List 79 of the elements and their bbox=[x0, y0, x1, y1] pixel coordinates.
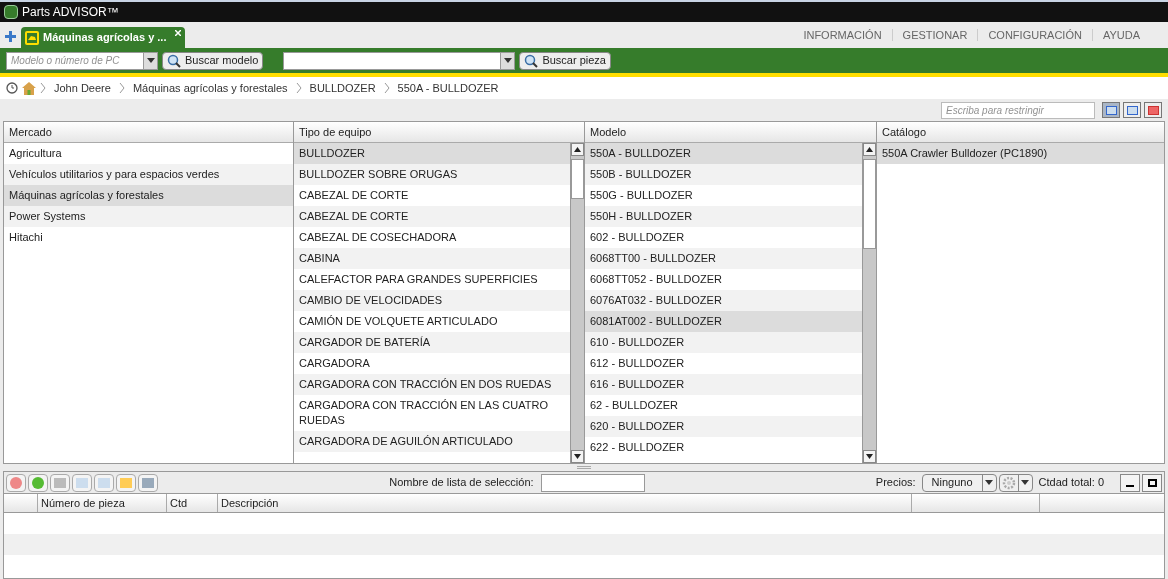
grid-view-icon[interactable] bbox=[1123, 102, 1141, 118]
column-header[interactable]: Catálogo bbox=[877, 122, 1164, 143]
list-item[interactable]: 620 - BULLDOZER bbox=[585, 416, 862, 437]
scrollbar-thumb[interactable] bbox=[863, 159, 876, 249]
list-item[interactable]: BULLDOZER bbox=[294, 143, 570, 164]
caret-icon bbox=[146, 58, 155, 63]
list-item[interactable]: CARGADOR DE BATERÍA bbox=[294, 332, 570, 353]
search-model-button[interactable]: Buscar modelo bbox=[162, 51, 264, 70]
maximize-button[interactable] bbox=[1142, 473, 1162, 492]
total-quantity: Ctdad total: 0 bbox=[1038, 475, 1104, 491]
window-title: Parts ADVISOR™ bbox=[22, 4, 119, 21]
menu-item[interactable]: GESTIONAR bbox=[902, 26, 968, 44]
menu-item[interactable]: AYUDA bbox=[1102, 26, 1140, 44]
list-item[interactable]: 550H - BULLDOZER bbox=[585, 206, 862, 227]
prices-label: Precios: bbox=[875, 475, 916, 491]
dropdown-button[interactable] bbox=[501, 51, 516, 70]
list-item[interactable]: Máquinas agrícolas y forestales bbox=[4, 185, 293, 206]
caret-icon bbox=[1021, 480, 1030, 485]
chevron-icon bbox=[383, 83, 390, 93]
list-item[interactable]: CARGADORA DE AGUILÓN ARTICULADO bbox=[294, 431, 570, 452]
scroll-down-arrow-icon[interactable] bbox=[866, 454, 873, 459]
model-search-field[interactable]: Modelo o número de PC bbox=[6, 51, 144, 70]
column-header[interactable]: Modelo bbox=[585, 122, 876, 143]
column-header[interactable]: Descripción bbox=[218, 494, 912, 512]
filter-field[interactable]: Escriba para restringir bbox=[941, 101, 1095, 119]
list-item[interactable]: CABEZAL DE CORTE bbox=[294, 206, 570, 227]
list-item[interactable]: CABINA bbox=[294, 248, 570, 269]
prices-dropdown[interactable]: Ninguno bbox=[921, 473, 997, 492]
caret-icon bbox=[985, 480, 994, 485]
app-icon bbox=[4, 5, 18, 19]
picklist-name-label: Nombre de lista de selección: bbox=[389, 475, 534, 491]
menu-item[interactable]: CONFIGURACIÓN bbox=[988, 26, 1082, 44]
search-icon bbox=[167, 53, 181, 68]
list-item[interactable]: BULLDOZER SOBRE ORUGAS bbox=[294, 164, 570, 185]
breadcrumb-item[interactable]: BULLDOZER bbox=[309, 79, 376, 97]
search-icon bbox=[524, 53, 539, 68]
scroll-down-arrow-icon[interactable] bbox=[574, 454, 581, 459]
list-item[interactable]: Power Systems bbox=[4, 206, 293, 227]
menu-item[interactable]: INFORMACIÓN bbox=[803, 26, 882, 44]
list-item[interactable]: 6068TT00 - BULLDOZER bbox=[585, 248, 862, 269]
picklist-name-field[interactable] bbox=[540, 473, 645, 492]
dropdown-button[interactable] bbox=[144, 51, 158, 70]
scrollbar-thumb[interactable] bbox=[571, 159, 584, 199]
breadcrumb-item[interactable]: John Deere bbox=[54, 79, 111, 97]
list-item[interactable]: 6081AT002 - BULLDOZER bbox=[585, 311, 862, 332]
column-header[interactable]: Ctd bbox=[167, 494, 218, 512]
minimize-button[interactable] bbox=[1120, 473, 1140, 492]
list-item[interactable]: CAMBIO DE VELOCIDADES bbox=[294, 290, 570, 311]
column-header[interactable]: Número de pieza bbox=[38, 494, 167, 512]
history-icon[interactable] bbox=[6, 82, 18, 94]
scroll-up-arrow-icon[interactable] bbox=[866, 147, 873, 152]
add-tab-icon[interactable] bbox=[4, 30, 17, 43]
tab[interactable]: Máquinas agrícolas y ... bbox=[21, 27, 185, 48]
list-item[interactable]: 550A - BULLDOZER bbox=[585, 143, 862, 164]
part-search-field[interactable] bbox=[283, 51, 502, 70]
chevron-icon bbox=[40, 83, 46, 93]
chevron-icon bbox=[295, 83, 302, 93]
list-item[interactable]: 550B - BULLDOZER bbox=[585, 164, 862, 185]
column-header[interactable]: Mercado bbox=[4, 122, 293, 143]
chevron-icon bbox=[118, 83, 125, 93]
window-view-icon[interactable] bbox=[1144, 102, 1162, 118]
column-header[interactable]: Tipo de equipo bbox=[294, 122, 584, 143]
list-item[interactable]: 610 - BULLDOZER bbox=[585, 332, 862, 353]
scrollbar[interactable] bbox=[862, 143, 876, 463]
list-item[interactable]: Vehículos utilitarios y para espacios verdes bbox=[4, 164, 293, 185]
splitter-handle[interactable] bbox=[577, 466, 591, 469]
list-item[interactable]: 616 - BULLDOZER bbox=[585, 374, 862, 395]
close-icon[interactable] bbox=[174, 30, 181, 36]
settings-dropdown[interactable] bbox=[998, 473, 1033, 492]
scrollbar[interactable] bbox=[570, 143, 584, 463]
search-part-button[interactable]: Buscar pieza bbox=[519, 51, 611, 70]
breadcrumb-item[interactable]: 550A - BULLDOZER bbox=[397, 79, 499, 97]
caret-icon bbox=[503, 58, 512, 63]
scroll-up-arrow-icon[interactable] bbox=[574, 147, 581, 152]
list-item[interactable]: 550A Crawler Bulldozer (PC1890) bbox=[877, 143, 1164, 164]
list-view-icon[interactable] bbox=[1102, 102, 1120, 118]
breadcrumb-item[interactable]: Máquinas agrícolas y forestales bbox=[132, 79, 288, 97]
list-item[interactable]: 6076AT032 - BULLDOZER bbox=[585, 290, 862, 311]
list-item[interactable]: CARGADORA CON TRACCIÓN EN DOS RUEDAS bbox=[294, 374, 570, 395]
